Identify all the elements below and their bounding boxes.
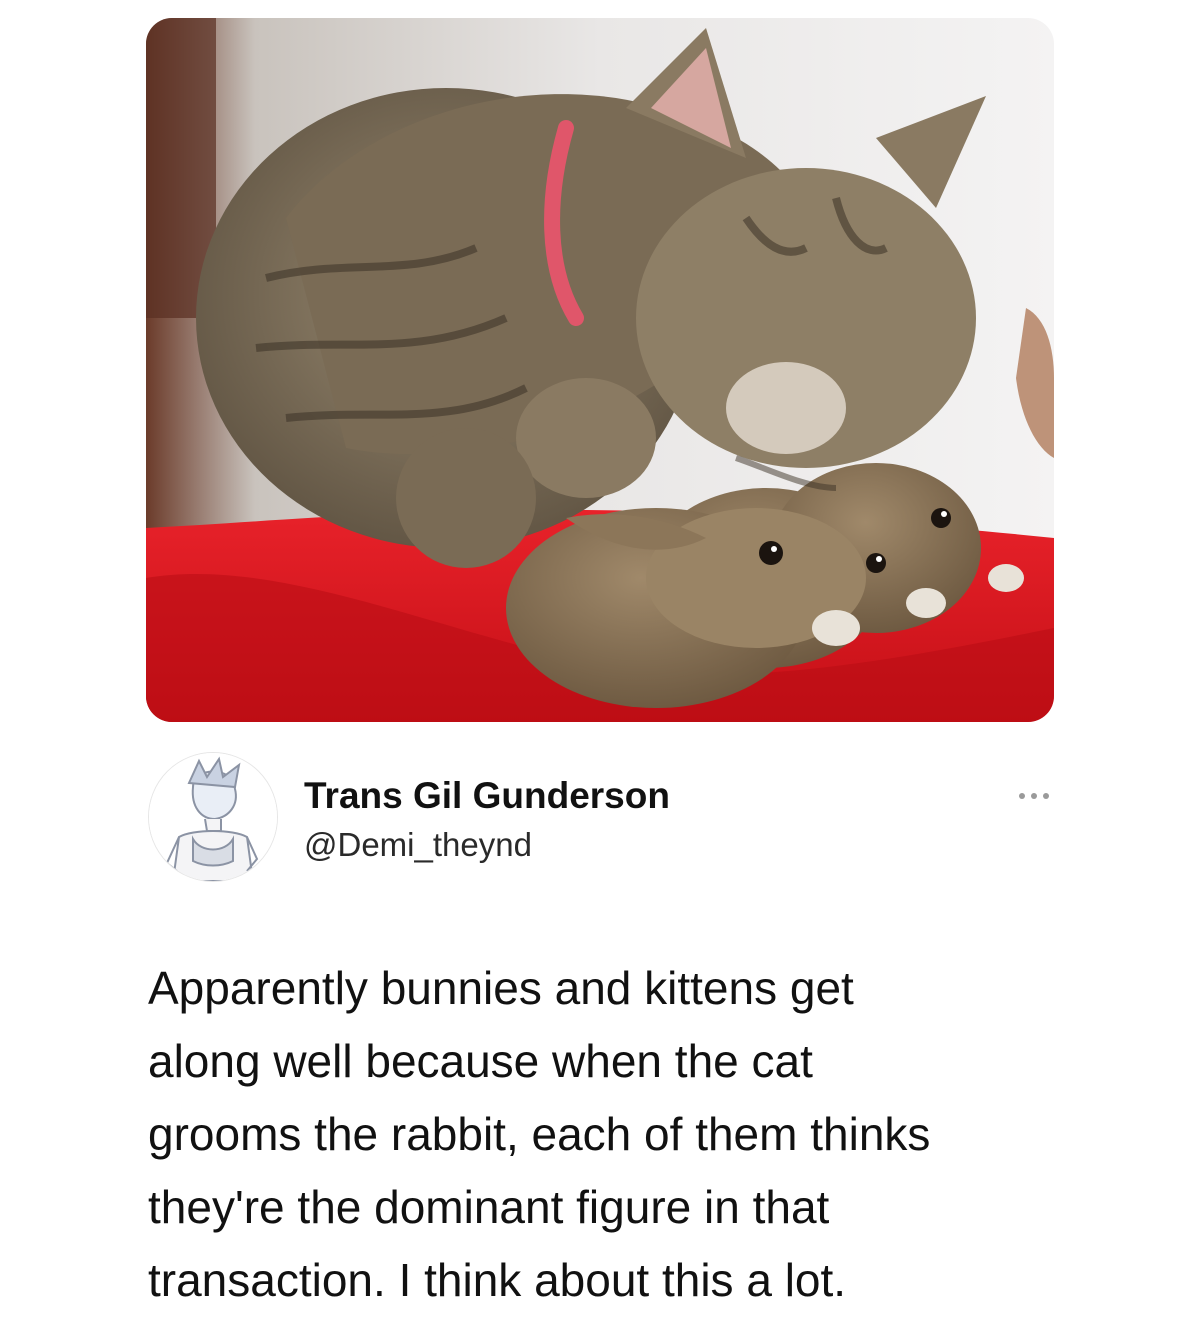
author-handle[interactable]: @Demi_theynd — [304, 824, 532, 866]
author-display-name[interactable]: Trans Gil Gunderson — [304, 774, 670, 818]
author-avatar[interactable] — [148, 752, 278, 882]
tweet-screenshot: Trans Gil Gunderson @Demi_theynd Apparen… — [0, 0, 1200, 1331]
tweet-media-photo[interactable] — [146, 18, 1054, 722]
tweet-text-line: grooms the rabbit, each of them thinks — [148, 1108, 931, 1160]
more-options-icon — [1019, 793, 1049, 799]
tweet-text-line: Apparently bunnies and kittens get — [148, 962, 854, 1014]
tweet-text-line: along well because when the cat — [148, 1035, 813, 1087]
tweet-text: Apparently bunnies and kittens get along… — [148, 952, 1148, 1317]
tweet-text-line: they're the dominant figure in that — [148, 1181, 830, 1233]
anime-avatar-icon — [149, 753, 277, 881]
more-options-button[interactable] — [1010, 782, 1058, 810]
tweet-text-line: transaction. I think about this a lot. — [148, 1254, 847, 1306]
